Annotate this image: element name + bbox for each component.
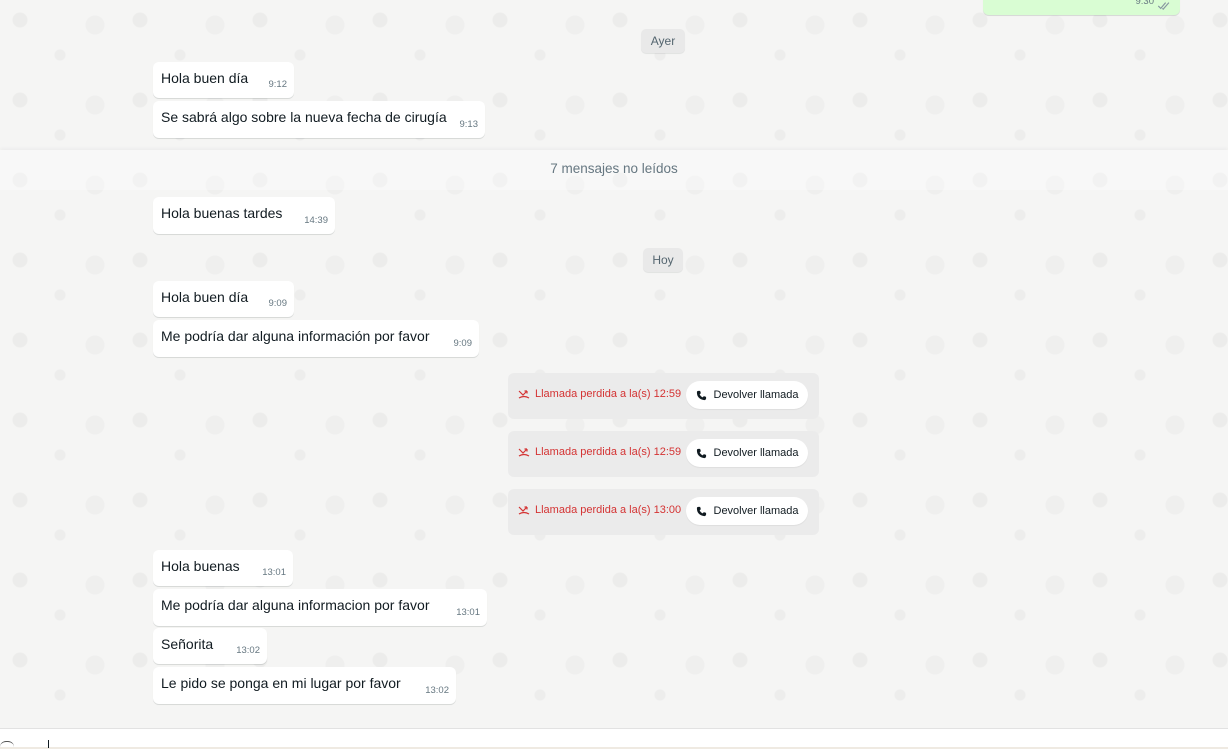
message-text: Me podría dar alguna informacion por fav… — [161, 597, 430, 613]
message-bubble: Me podría dar alguna informacion por fav… — [153, 589, 487, 626]
message-time: 13:02 — [236, 645, 260, 656]
missed-call-icon — [518, 390, 530, 399]
message-time: 13:01 — [262, 567, 286, 578]
outgoing-message: 9:30 — [983, 0, 1180, 15]
call-back-button[interactable]: Devolver llamada — [686, 497, 808, 525]
double-check-icon — [1157, 2, 1170, 10]
date-divider-yesterday: Ayer — [641, 29, 685, 53]
call-back-label: Devolver llamada — [713, 505, 799, 517]
phone-icon — [696, 506, 706, 516]
message-time: 9:12 — [268, 79, 288, 90]
message-text: Hola buenas tardes — [161, 205, 283, 221]
unread-messages-divider: 7 mensajes no leídos — [0, 150, 1228, 190]
call-back-button[interactable]: Devolver llamada — [686, 381, 808, 409]
message-composer[interactable] — [0, 728, 1228, 749]
missed-call-icon — [518, 448, 530, 457]
message-bubble: Se sabrá algo sobre la nueva fecha de ci… — [153, 101, 485, 138]
message-text: Le pido se ponga en mi lugar por favor — [161, 675, 401, 691]
emoji-icon[interactable] — [0, 741, 14, 749]
message-bubble: Hola buenas tardes 14:39 — [153, 197, 335, 234]
message-bubble: Me podría dar alguna información por fav… — [153, 320, 479, 357]
phone-icon — [696, 448, 706, 458]
message-text: Hola buen día — [161, 70, 249, 86]
message-text: Hola buen día — [161, 289, 249, 305]
message-time: 13:02 — [425, 685, 449, 696]
missed-call-label: Llamada perdida a la(s) 12:59 — [518, 388, 681, 400]
missed-call-text: Llamada perdida a la(s) 12:59 — [535, 388, 682, 400]
message-bubble: Hola buen día 9:12 — [153, 62, 294, 98]
missed-call-card: Llamada perdida a la(s) 12:59 Devolver l… — [508, 373, 819, 419]
phone-icon — [696, 390, 706, 400]
message-time: 9:09 — [453, 338, 473, 349]
missed-call-text: Llamada perdida a la(s) 13:00 — [535, 504, 682, 516]
message-bubble: Hola buen día 9:09 — [153, 281, 294, 317]
message-text: Se sabrá algo sobre la nueva fecha de ci… — [161, 109, 447, 125]
message-text: Me podría dar alguna información por fav… — [161, 328, 430, 344]
message-bubble: Señorita 13:02 — [153, 628, 267, 664]
call-back-label: Devolver llamada — [713, 389, 799, 401]
chat-panel: 9:30 Ayer Hola buen día 9:12 Se sabrá al… — [0, 0, 1228, 728]
missed-call-label: Llamada perdida a la(s) 12:59 — [518, 446, 681, 458]
missed-call-card: Llamada perdida a la(s) 13:00 Devolver l… — [508, 489, 819, 535]
message-time: 9:09 — [268, 298, 288, 309]
message-time: 9:30 — [1135, 0, 1155, 7]
missed-call-label: Llamada perdida a la(s) 13:00 — [518, 504, 681, 516]
message-time: 14:39 — [304, 215, 328, 226]
message-time: 13:01 — [456, 607, 480, 618]
message-text: Señorita — [161, 636, 214, 652]
call-back-label: Devolver llamada — [713, 447, 799, 459]
missed-call-card: Llamada perdida a la(s) 12:59 Devolver l… — [508, 431, 819, 477]
missed-call-text: Llamada perdida a la(s) 12:59 — [535, 446, 682, 458]
missed-call-icon — [518, 506, 530, 515]
call-back-button[interactable]: Devolver llamada — [686, 439, 808, 467]
message-bubble: Le pido se ponga en mi lugar por favor 1… — [153, 667, 456, 704]
date-divider-today: Hoy — [643, 248, 683, 272]
message-time: 9:13 — [459, 119, 479, 130]
message-text: Hola buenas — [161, 558, 240, 574]
message-bubble: Hola buenas 13:01 — [153, 550, 293, 586]
